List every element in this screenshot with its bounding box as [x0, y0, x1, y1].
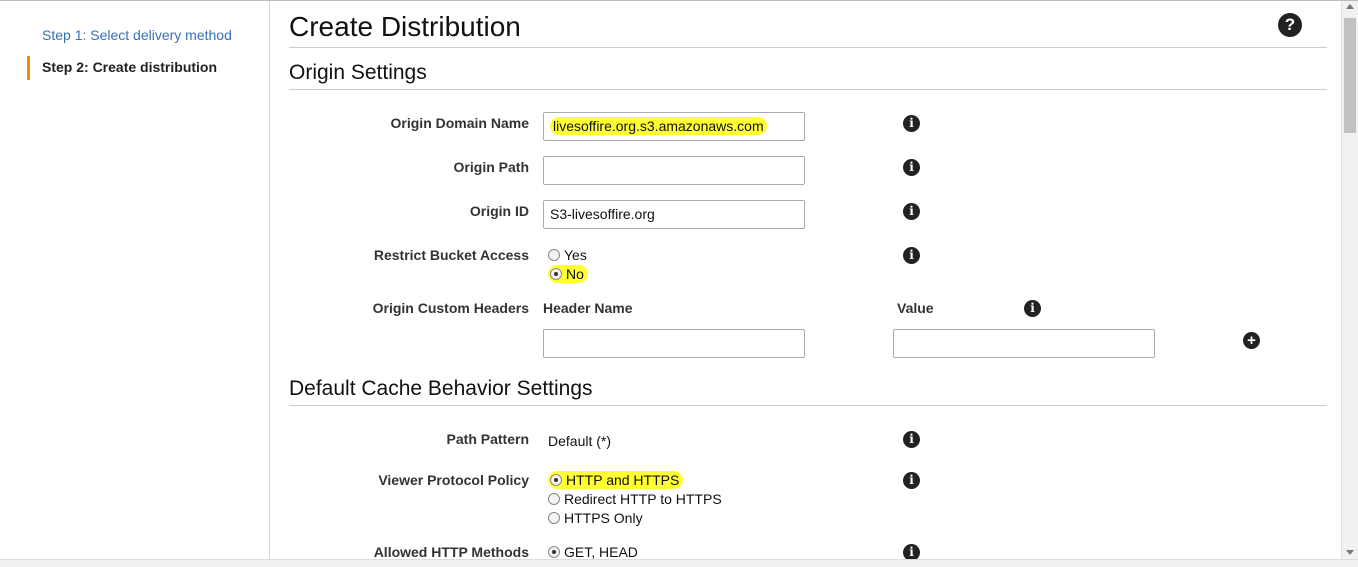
- viewer-protocol-info-icon[interactable]: i: [903, 472, 920, 489]
- main-content: Create Distribution ? Origin Settings Or…: [289, 1, 1327, 561]
- scroll-thumb[interactable]: [1344, 18, 1356, 133]
- origin-domain-name-input[interactable]: livesoffire.org.s3.amazonaws.com: [543, 112, 805, 141]
- viewer-protocol-policy-label: Viewer Protocol Policy: [378, 472, 529, 488]
- origin-custom-headers-label: Origin Custom Headers: [372, 300, 529, 316]
- viewer-protocol-http-https[interactable]: HTTP and HTTPS: [548, 471, 684, 489]
- radio-yes[interactable]: [548, 249, 560, 261]
- radio-https-only-label: HTTPS Only: [564, 510, 643, 526]
- origin-id-input[interactable]: S3-livesoffire.org: [543, 200, 805, 229]
- origin-path-label: Origin Path: [453, 159, 529, 175]
- viewer-protocol-https-only[interactable]: HTTPS Only: [548, 509, 643, 527]
- sidebar-step-create-distribution: Step 2: Create distribution: [27, 56, 267, 80]
- radio-redirect[interactable]: [548, 493, 560, 505]
- wizard-sidebar: Step 1: Select delivery method Step 2: C…: [0, 1, 270, 559]
- scroll-up-arrow-icon[interactable]: [1346, 4, 1354, 9]
- radio-http-https[interactable]: [550, 474, 562, 486]
- page-title: Create Distribution: [289, 11, 521, 42]
- http-https-highlight: HTTP and HTTPS: [548, 471, 684, 489]
- value-column-label: Value: [897, 300, 934, 316]
- origin-domain-name-value: livesoffire.org.s3.amazonaws.com: [550, 117, 767, 135]
- radio-http-https-label: HTTP and HTTPS: [566, 472, 680, 488]
- origin-id-label: Origin ID: [469, 203, 529, 219]
- radio-https-only[interactable]: [548, 512, 560, 524]
- viewer-protocol-redirect[interactable]: Redirect HTTP to HTTPS: [548, 490, 722, 508]
- custom-headers-info-icon[interactable]: i: [1024, 300, 1041, 317]
- add-header-icon[interactable]: +: [1243, 332, 1260, 349]
- radio-no[interactable]: [550, 268, 562, 280]
- restrict-bucket-access-info-icon[interactable]: i: [903, 247, 920, 264]
- path-pattern-value: Default (*): [548, 433, 612, 449]
- origin-domain-name-info-icon[interactable]: i: [903, 115, 920, 132]
- radio-redirect-label: Redirect HTTP to HTTPS: [564, 491, 722, 507]
- bottom-edge: [0, 559, 1358, 567]
- origin-settings-title: Origin Settings: [289, 61, 427, 84]
- header-name-input[interactable]: [543, 329, 805, 358]
- origin-path-info-icon[interactable]: i: [903, 159, 920, 176]
- restrict-bucket-access-no[interactable]: No: [548, 265, 588, 283]
- radio-no-label: No: [566, 266, 584, 282]
- origin-path-input[interactable]: [543, 156, 805, 185]
- restrict-bucket-access-label: Restrict Bucket Access: [373, 247, 529, 263]
- restrict-bucket-access-yes[interactable]: Yes: [548, 246, 587, 264]
- title-divider: [289, 47, 1327, 48]
- origin-id-info-icon[interactable]: i: [903, 203, 920, 220]
- radio-get-head-label: GET, HEAD: [564, 544, 638, 560]
- help-icon[interactable]: ?: [1278, 13, 1302, 37]
- radio-yes-label: Yes: [564, 247, 587, 263]
- header-value-input[interactable]: [893, 329, 1155, 358]
- header-name-column-label: Header Name: [543, 300, 633, 316]
- radio-get-head[interactable]: [548, 546, 560, 558]
- origin-domain-name-label: Origin Domain Name: [390, 115, 529, 131]
- path-pattern-label: Path Pattern: [446, 431, 529, 447]
- restrict-no-highlight: No: [548, 265, 588, 283]
- cache-behavior-divider: [289, 405, 1327, 406]
- origin-settings-divider: [289, 89, 1327, 90]
- cache-behavior-title: Default Cache Behavior Settings: [289, 377, 593, 400]
- scroll-down-arrow-icon[interactable]: [1346, 550, 1354, 555]
- sidebar-step-select-delivery-method[interactable]: Step 1: Select delivery method: [27, 25, 267, 45]
- path-pattern-info-icon[interactable]: i: [903, 431, 920, 448]
- vertical-scrollbar[interactable]: [1341, 1, 1358, 559]
- allowed-methods-label: Allowed HTTP Methods: [373, 544, 529, 560]
